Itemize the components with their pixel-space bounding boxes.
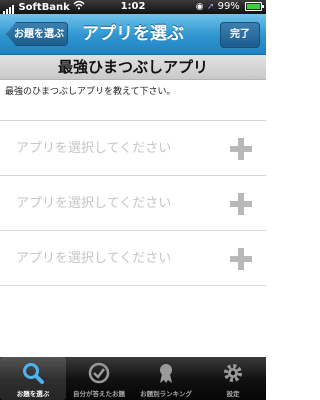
plus-icon[interactable] — [230, 248, 252, 270]
app-slot-placeholder: アプリを選択してください — [16, 141, 172, 156]
tab-label: お題別ランキング — [140, 390, 192, 398]
topic-title: 最強ひまつぶしアプリ — [57, 58, 208, 76]
location-arrow-icon: ➚ — [206, 2, 215, 12]
battery-icon — [245, 1, 264, 11]
topic-header: 最強ひまつぶしアプリ — [0, 55, 266, 80]
page-title: アプリを選ぶ — [82, 24, 184, 44]
tab-label: 自分が答えたお題 — [73, 390, 125, 398]
status-right: ◉ ➚ 99% — [195, 0, 264, 14]
tab-settings[interactable]: 設定 — [200, 357, 266, 400]
done-button[interactable]: 完了 — [220, 22, 260, 48]
tab-choose-topic[interactable]: お題を選ぶ — [0, 357, 66, 400]
back-button[interactable]: お題を選ぶ — [6, 22, 68, 46]
topic-description: 最強のひまつぶしアプリを教えて下さい。 — [5, 87, 176, 97]
battery-percent: 99% — [217, 1, 240, 12]
app-slot-3[interactable]: アプリを選択してください — [0, 230, 266, 286]
app-slot-1[interactable]: アプリを選択してください — [0, 120, 266, 176]
tab-bar: お題を選ぶ 自分が答えたお題 お題別ランキング 設定 — [0, 357, 266, 400]
lock-rotation-icon: ◉ — [195, 2, 204, 12]
gear-icon — [224, 364, 242, 382]
checkmark-icon — [88, 362, 110, 384]
app-slot-placeholder: アプリを選択してください — [16, 251, 172, 266]
search-icon — [23, 363, 44, 384]
ribbon-award-icon — [160, 364, 172, 383]
list-divider — [0, 285, 266, 286]
plus-icon[interactable] — [230, 138, 252, 160]
tab-label: 設定 — [226, 390, 240, 398]
tab-topic-ranking[interactable]: お題別ランキング — [133, 357, 199, 400]
plus-icon[interactable] — [230, 193, 252, 215]
status-bar: SoftBank 1:02 ◉ ➚ 99% — [0, 0, 266, 14]
app-slot-2[interactable]: アプリを選択してください — [0, 175, 266, 231]
tab-answered-topics[interactable]: 自分が答えたお題 — [66, 357, 132, 400]
app-slot-placeholder: アプリを選択してください — [16, 196, 172, 211]
navigation-bar: お題を選ぶ アプリを選ぶ 完了 — [0, 14, 266, 55]
tab-label: お題を選ぶ — [16, 390, 50, 398]
